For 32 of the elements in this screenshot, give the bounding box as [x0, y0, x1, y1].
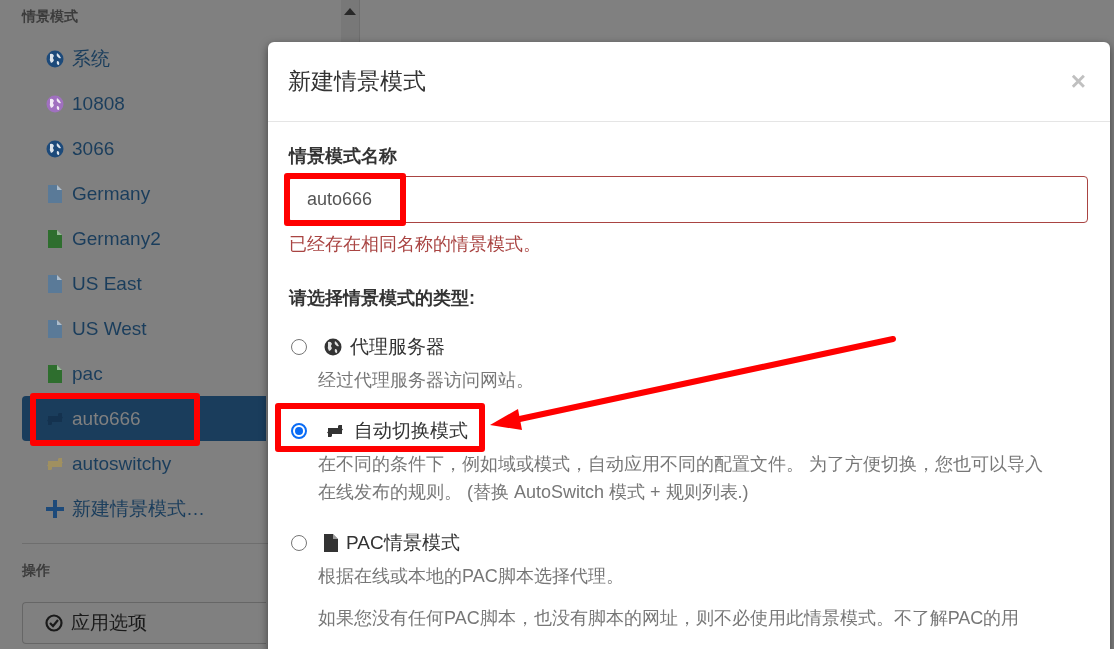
- section-heading: 情景模式: [22, 8, 78, 26]
- option-description: 在不同的条件下，例如域或模式，自动应用不同的配置文件。 为了方便切换，您也可以导入在线发布的规则。 (替换 AutoSwitch 模式 + 规则列表.): [318, 453, 1044, 504]
- check-circle-icon: [45, 614, 63, 632]
- profile-item[interactable]: pac: [22, 351, 266, 396]
- profile-item[interactable]: US East: [22, 261, 266, 306]
- field-label: 情景模式名称: [289, 145, 398, 168]
- globe-icon: [324, 338, 342, 356]
- section-heading: 操作: [22, 562, 50, 580]
- profile-item[interactable]: autoswitchy: [22, 441, 266, 486]
- error-message: 已经存在相同名称的情景模式。: [289, 233, 542, 256]
- profile-item[interactable]: Germany: [22, 171, 266, 216]
- document-icon: [324, 534, 338, 552]
- scroll-up-icon[interactable]: [344, 8, 356, 15]
- radio-button[interactable]: [291, 423, 307, 439]
- option-label[interactable]: 代理服务器: [350, 334, 445, 360]
- radio-button[interactable]: [291, 339, 307, 355]
- dialog-title: 新建情景模式: [288, 67, 426, 96]
- profile-item[interactable]: US West: [22, 306, 266, 351]
- profile-item[interactable]: Germany2: [22, 216, 266, 261]
- profile-item[interactable]: 10808: [22, 81, 266, 126]
- radio-button[interactable]: [291, 535, 307, 551]
- option-label[interactable]: 自动切换模式: [354, 418, 468, 444]
- close-button[interactable]: ×: [1066, 66, 1090, 97]
- option-description: 如果您没有任何PAC脚本，也没有脚本的网址，则不必使用此情景模式。不了解PAC的用: [318, 607, 1021, 630]
- option-description: 根据在线或本地的PAC脚本选择代理。: [318, 565, 625, 588]
- option-label[interactable]: PAC情景模式: [346, 530, 460, 556]
- profile-item[interactable]: 3066: [22, 126, 266, 171]
- profile-item[interactable]: 新建情景模式…: [22, 486, 266, 531]
- option-description: 经过代理服务器访问网站。: [318, 369, 535, 392]
- profile-item[interactable]: 系统: [22, 36, 266, 81]
- apply-options-button[interactable]: 应用选项: [22, 602, 266, 644]
- section-label: 请选择情景模式的类型:: [289, 287, 476, 310]
